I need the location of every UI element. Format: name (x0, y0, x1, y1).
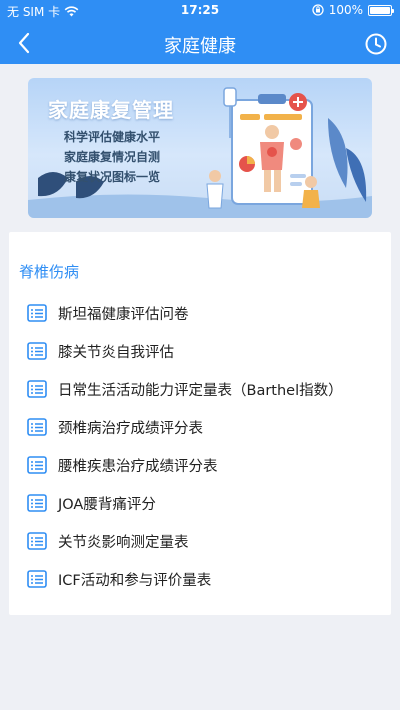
list-item[interactable]: 关节炎影响测定量表 (9, 522, 391, 560)
history-button[interactable] (364, 32, 388, 56)
list-item-label: ICF活动和参与评价量表 (58, 572, 212, 589)
list-item[interactable]: 颈椎病治疗成绩评分表 (9, 408, 391, 446)
section-title: 脊椎伤病 (19, 263, 80, 281)
banner-title: 家庭康复管理 (48, 98, 174, 122)
document-list-icon (27, 418, 47, 436)
banner-line-3: 康复状况图标一览 (64, 170, 161, 184)
document-list-icon (27, 456, 47, 474)
battery-icon (368, 4, 394, 16)
document-list-icon (27, 304, 47, 322)
banner-line-1: 科学评估健康水平 (64, 130, 161, 144)
document-list-icon (27, 342, 47, 360)
list-item-label: 腰椎疾患治疗成绩评分表 (58, 458, 218, 475)
orientation-lock-icon (312, 4, 324, 16)
list-item-label: 斯坦福健康评估问卷 (58, 306, 189, 323)
list-item[interactable]: JOA腰背痛评分 (9, 484, 391, 522)
promo-banner[interactable]: 家庭康复管理 科学评估健康水平 家庭康复情况自测 康复状况图标一览 (28, 78, 372, 218)
list-item-label: JOA腰背痛评分 (58, 496, 156, 513)
document-list-icon (27, 570, 47, 588)
top-bar: 无 SIM 卡 17:25 100% 家庭健康 (0, 0, 400, 64)
list-item[interactable]: ICF活动和参与评价量表 (9, 560, 391, 598)
list-item-label: 日常生活活动能力评定量表（Barthel指数） (58, 382, 343, 399)
banner-line-2: 家庭康复情况自测 (64, 150, 161, 164)
nav-bar: 家庭健康 (0, 24, 400, 62)
list-item[interactable]: 日常生活活动能力评定量表（Barthel指数） (9, 370, 391, 408)
assessment-card: 脊椎伤病 斯坦福健康评估问卷 膝关节炎自我评估 日常生活活动能力评定量表（Bar… (9, 232, 391, 615)
list-item-label: 膝关节炎自我评估 (58, 344, 174, 361)
clock-icon (365, 33, 387, 55)
battery-percent: 100% (328, 3, 363, 17)
list-item[interactable]: 腰椎疾患治疗成绩评分表 (9, 446, 391, 484)
status-bar: 无 SIM 卡 17:25 100% (0, 0, 400, 20)
list-item[interactable]: 膝关节炎自我评估 (9, 332, 391, 370)
list-item-label: 关节炎影响测定量表 (58, 534, 189, 551)
list-item-label: 颈椎病治疗成绩评分表 (58, 420, 203, 437)
document-list-icon (27, 494, 47, 512)
page-title: 家庭健康 (164, 36, 236, 57)
document-list-icon (27, 380, 47, 398)
list-item[interactable]: 斯坦福健康评估问卷 (9, 294, 391, 332)
document-list-icon (27, 532, 47, 550)
